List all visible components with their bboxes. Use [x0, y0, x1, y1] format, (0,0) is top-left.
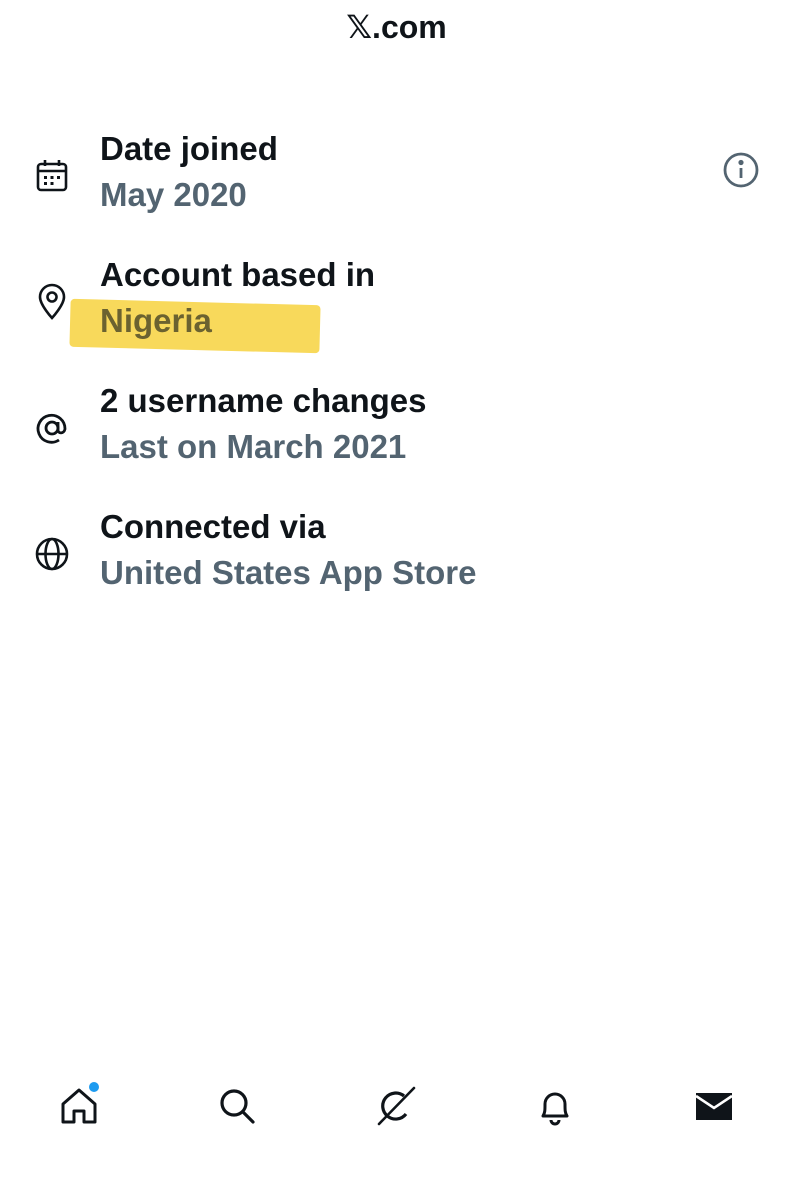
info-row-account-based-in: Account based in Nigeria: [0, 254, 793, 380]
info-text: Account based in Nigeria: [69, 254, 376, 354]
calendar-icon: [32, 156, 72, 196]
about-account-page: 𝕏.com Date joined May 2020 Account based…: [0, 0, 793, 1200]
info-value-text: Nigeria: [100, 302, 212, 339]
info-row-username-changes: 2 username changes Last on March 2021: [0, 380, 793, 506]
info-label: Account based in: [100, 256, 376, 293]
messages-envelope-icon: [695, 1093, 733, 1120]
info-row-connected-via: Connected via United States App Store: [0, 506, 793, 632]
info-value: May 2020: [100, 176, 247, 213]
bottom-nav: [0, 1076, 793, 1136]
info-circle-icon[interactable]: [721, 150, 761, 190]
info-row-date-joined: Date joined May 2020: [0, 128, 793, 254]
globe-icon: [32, 534, 72, 574]
info-text: Connected via United States App Store: [100, 506, 477, 598]
notification-dot: [89, 1082, 99, 1092]
grok-icon: [377, 1086, 416, 1126]
info-value-highlighted: Nigeria: [69, 296, 321, 354]
account-info-list: Date joined May 2020 Account based in Ni…: [0, 128, 793, 632]
location-pin-icon: [32, 282, 72, 322]
url-bar[interactable]: 𝕏.com: [0, 8, 793, 46]
notifications-bell-icon: [541, 1092, 569, 1126]
info-text: 2 username changes Last on March 2021: [100, 380, 427, 472]
info-value: United States App Store: [100, 554, 477, 591]
info-text: Date joined May 2020: [100, 128, 278, 220]
at-sign-icon: [32, 408, 72, 448]
nav-grok[interactable]: [374, 1084, 418, 1128]
nav-search[interactable]: [215, 1084, 259, 1128]
search-icon: [220, 1089, 255, 1124]
nav-messages[interactable]: [692, 1084, 736, 1128]
nav-home[interactable]: [57, 1082, 101, 1128]
info-label: Connected via: [100, 508, 326, 545]
info-label: 2 username changes: [100, 382, 427, 419]
info-value: Last on March 2021: [100, 428, 407, 465]
nav-notifications[interactable]: [533, 1084, 577, 1128]
info-label: Date joined: [100, 130, 278, 167]
